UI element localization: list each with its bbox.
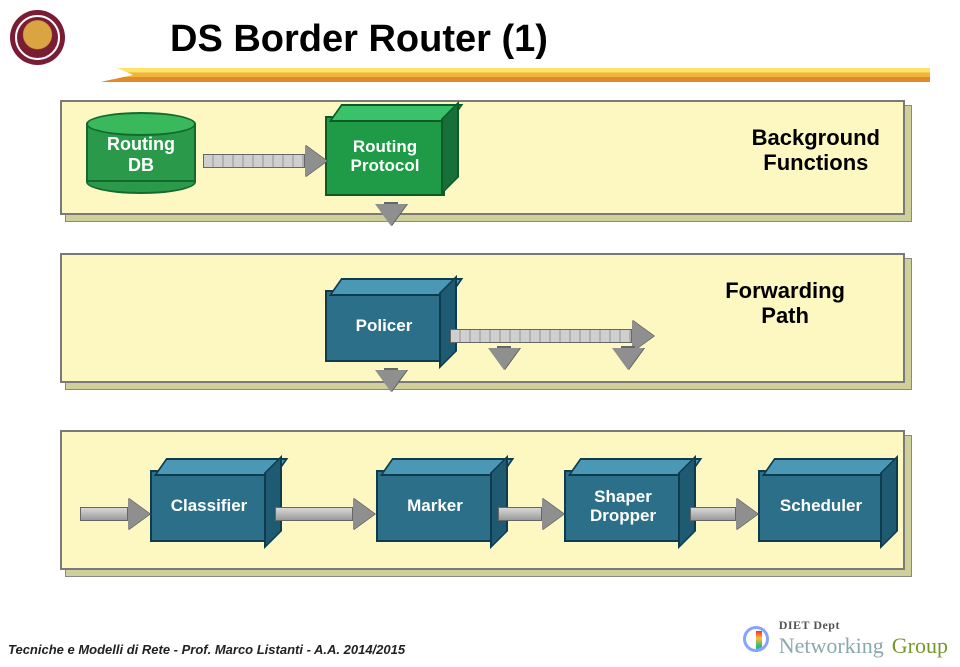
routing-db-cylinder: Routing DB [86, 112, 196, 194]
policer-box: Policer [325, 290, 443, 362]
arrow-policer-down [375, 368, 407, 392]
marker-box: Marker [376, 470, 494, 542]
footer-dept: DIET Dept [779, 618, 948, 633]
arrow-routing-to-policer [375, 202, 407, 226]
slide-title: DS Border Router (1) [170, 18, 548, 61]
network-globe-icon [743, 626, 769, 652]
routing-protocol-box: Routing Protocol [325, 116, 445, 196]
arrow-branch-1 [488, 346, 520, 370]
arrow-marker-to-shaper [498, 498, 564, 530]
footer-branding: DIET Dept Networking Group [743, 618, 948, 659]
arrow-shaper-to-scheduler [690, 498, 758, 530]
arrow-classifier-to-marker [275, 498, 375, 530]
footer-net: Networking [779, 633, 884, 658]
routing-db-line1: Routing [86, 134, 196, 155]
forwarding-path-label: Forwarding Path [725, 278, 845, 329]
scheduler-box: Scheduler [758, 470, 884, 542]
title-underline [100, 68, 930, 82]
arrow-into-classifier [80, 498, 150, 530]
footer-group: Group [892, 633, 948, 658]
institution-logo-icon [10, 10, 65, 65]
routing-db-line2: DB [86, 155, 196, 176]
background-functions-label: Background Functions [752, 125, 880, 176]
footer-credits: Tecniche e Modelli di Rete - Prof. Marco… [8, 642, 405, 657]
classifier-box: Classifier [150, 470, 268, 542]
arrow-branch-2 [612, 346, 644, 370]
arrow-db-to-routing [203, 145, 327, 177]
shaper-dropper-box: Shaper Dropper [564, 470, 682, 542]
